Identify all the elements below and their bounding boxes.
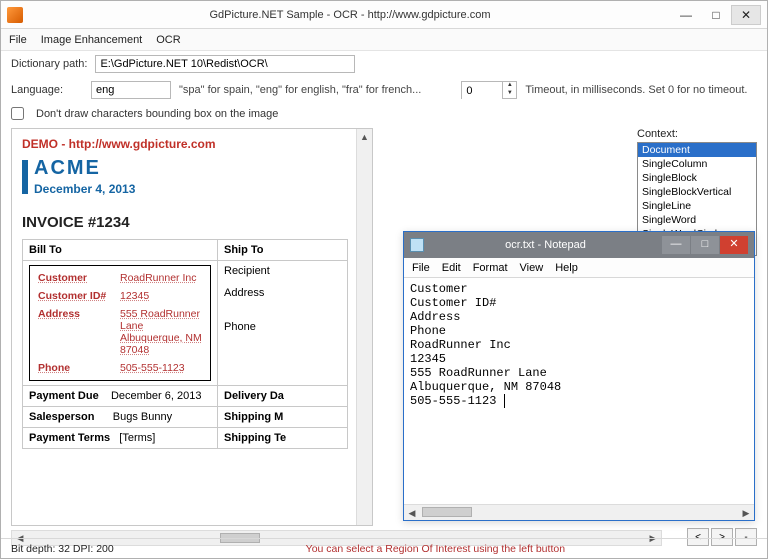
payment-terms-cell: Payment Terms [Terms] (23, 428, 218, 449)
notepad-horizontal-scrollbar[interactable]: ◀ ▶ (404, 504, 754, 520)
dictionary-row: Dictionary path: (1, 51, 767, 77)
timeout-input[interactable] (462, 82, 502, 100)
ocr-roi-box[interactable]: CustomerRoadRunner Inc Customer ID#12345… (29, 265, 211, 381)
context-item-singleblock[interactable]: SingleBlock (638, 171, 756, 185)
shipto-header: Ship To (218, 240, 348, 261)
notepad-maximize-button[interactable]: □ (691, 236, 719, 254)
notepad-menubar: File Edit Format View Help (404, 258, 754, 278)
roi-custid-value: 12345 (118, 288, 204, 304)
context-item-singlecolumn[interactable]: SingleColumn (638, 157, 756, 171)
roi-hint: You can select a Region Of Interest usin… (114, 543, 757, 555)
notepad-icon (410, 238, 424, 252)
status-bar: Bit depth: 32 DPI: 200 You can select a … (1, 538, 767, 558)
context-item-document[interactable]: Document (638, 143, 756, 157)
language-hint: "spa" for spain, "eng" for english, "fra… (179, 84, 421, 96)
window-title: GdPicture.NET Sample - OCR - http://www.… (29, 9, 671, 21)
notepad-menu-edit[interactable]: Edit (442, 262, 461, 274)
company-name: ACME (34, 157, 135, 180)
salesperson-cell: Salesperson Bugs Bunny (23, 407, 218, 428)
spinner-up-icon[interactable]: ▲ (502, 82, 516, 90)
notepad-textarea[interactable]: Customer Customer ID# Address Phone Road… (404, 278, 754, 504)
billto-header: Bill To (23, 240, 218, 261)
delivery-date-cell: Delivery Da (218, 386, 348, 407)
roi-customer-label: Customer (36, 270, 116, 286)
bitdepth-dpi: Bit depth: 32 DPI: 200 (11, 543, 114, 555)
document-date: December 4, 2013 (34, 182, 135, 196)
shipto-address-label: Address (224, 287, 341, 299)
menubar: File Image Enhancement OCR (1, 29, 767, 51)
notepad-minimize-button[interactable]: — (662, 236, 690, 254)
notepad-title: ocr.txt - Notepad (430, 239, 661, 251)
titlebar: GdPicture.NET Sample - OCR - http://www.… (1, 1, 767, 29)
roi-custid-label: Customer ID# (36, 288, 116, 304)
maximize-button[interactable]: □ (701, 5, 731, 25)
roi-phone-label: Phone (36, 360, 116, 376)
shipping-terms-cell: Shipping Te (218, 428, 348, 449)
document-page: DEMO - http://www.gdpicture.com ACME Dec… (12, 129, 358, 457)
shipto-phone-label: Phone (224, 321, 341, 333)
context-item-singleword[interactable]: SingleWord (638, 213, 756, 227)
context-label: Context: (637, 128, 757, 140)
notepad-scroll-right-icon[interactable]: ▶ (738, 505, 754, 520)
acme-bar-icon (22, 160, 28, 194)
spinner-down-icon[interactable]: ▼ (502, 90, 516, 98)
notepad-titlebar[interactable]: ocr.txt - Notepad — □ ✕ (404, 232, 754, 258)
notepad-menu-format[interactable]: Format (473, 262, 508, 274)
notepad-menu-help[interactable]: Help (555, 262, 578, 274)
no-bbox-label: Don't draw characters bounding box on th… (36, 108, 278, 120)
timeout-hint: Timeout, in milliseconds. Set 0 for no t… (525, 84, 747, 96)
document-viewer[interactable]: ▲ DEMO - http://www.gdpicture.com ACME D… (11, 128, 373, 526)
roi-address-label: Address (36, 306, 116, 358)
context-item-singleline[interactable]: SingleLine (638, 199, 756, 213)
roi-phone-value: 505-555-1123 (118, 360, 204, 376)
context-item-singleblockvertical[interactable]: SingleBlockVertical (638, 185, 756, 199)
notepad-menu-file[interactable]: File (412, 262, 430, 274)
bbox-row: Don't draw characters bounding box on th… (1, 103, 767, 124)
menu-image-enhancement[interactable]: Image Enhancement (41, 34, 143, 46)
shipping-method-cell: Shipping M (218, 407, 348, 428)
language-label: Language: (11, 84, 63, 96)
payment-due-cell: Payment Due December 6, 2013 (23, 386, 218, 407)
notepad-scroll-thumb[interactable] (422, 507, 472, 517)
timeout-spinner[interactable]: ▲ ▼ (461, 81, 517, 99)
vertical-scrollbar[interactable]: ▲ (356, 129, 372, 525)
roi-customer-value: RoadRunner Inc (118, 270, 204, 286)
no-bbox-checkbox[interactable] (11, 107, 24, 120)
dictionary-label: Dictionary path: (11, 58, 87, 70)
scroll-up-icon[interactable]: ▲ (357, 129, 372, 145)
close-button[interactable]: ✕ (731, 5, 761, 25)
notepad-menu-view[interactable]: View (520, 262, 544, 274)
minimize-button[interactable]: — (671, 5, 701, 25)
language-input[interactable] (91, 81, 171, 99)
notepad-window[interactable]: ocr.txt - Notepad — □ ✕ File Edit Format… (403, 231, 755, 521)
shipto-cell: Recipient Address Phone (218, 261, 348, 386)
menu-file[interactable]: File (9, 34, 27, 46)
menu-ocr[interactable]: OCR (156, 34, 180, 46)
recipient-label: Recipient (224, 265, 341, 277)
notepad-close-button[interactable]: ✕ (720, 236, 748, 254)
app-icon (7, 7, 23, 23)
roi-address-value: 555 RoadRunner LaneAlbuquerque, NM 87048 (118, 306, 204, 358)
dictionary-path-input[interactable] (95, 55, 355, 73)
demo-watermark: DEMO - http://www.gdpicture.com (22, 137, 348, 151)
invoice-table: Bill To Ship To CustomerRoadRunner Inc C… (22, 239, 348, 449)
notepad-scroll-left-icon[interactable]: ◀ (404, 505, 420, 520)
language-row: Language: "spa" for spain, "eng" for eng… (1, 77, 767, 103)
invoice-heading: INVOICE #1234 (22, 214, 348, 231)
